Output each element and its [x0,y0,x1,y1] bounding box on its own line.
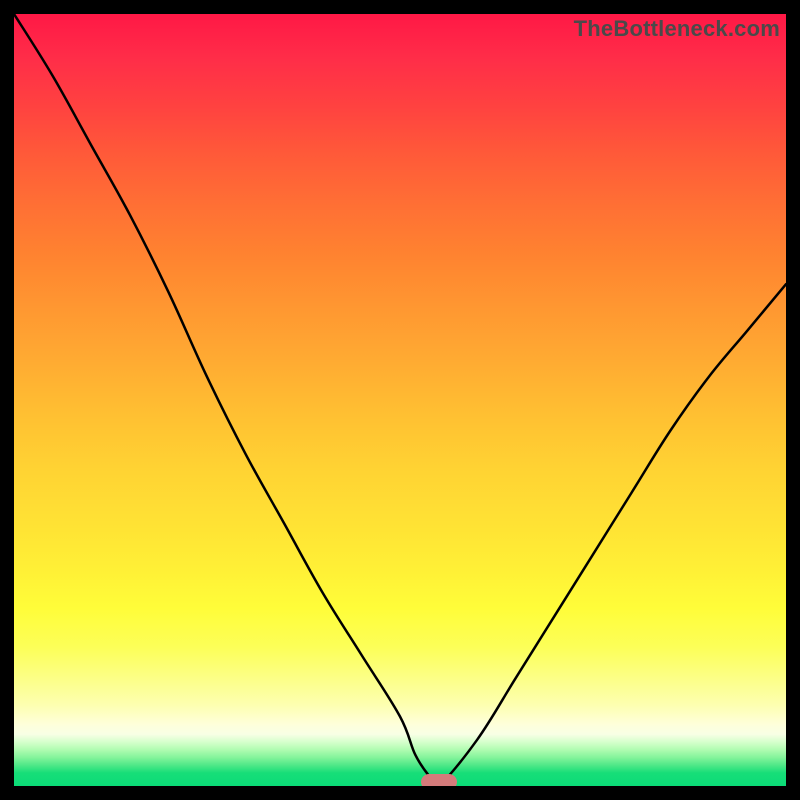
plot-area: TheBottleneck.com [14,14,786,786]
minimum-marker [421,774,457,786]
bottleneck-curve [14,14,786,786]
chart-frame: TheBottleneck.com [0,0,800,800]
